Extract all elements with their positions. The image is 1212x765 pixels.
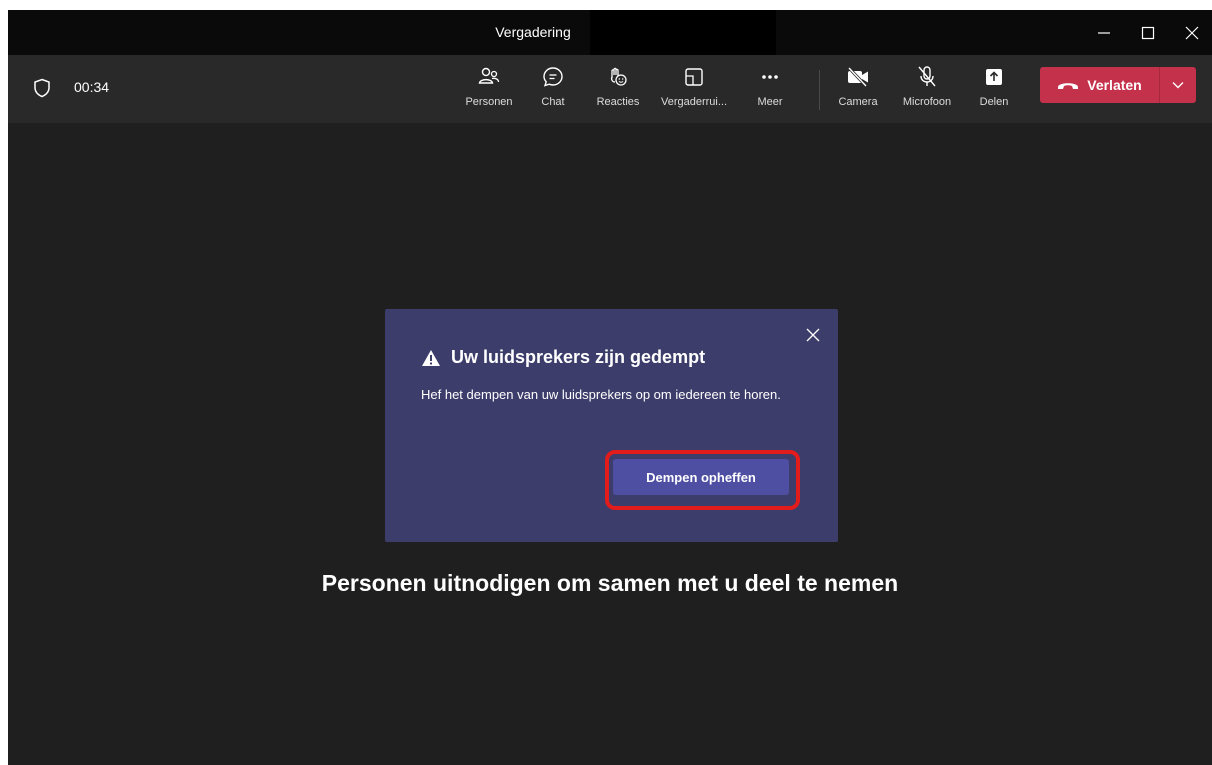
chevron-down-icon (1172, 82, 1184, 89)
toolbar-people-label: Personen (465, 96, 513, 108)
toolbar-camera-label: Camera (838, 96, 878, 108)
toolbar-reactions-label: Reacties (596, 96, 640, 108)
dialog-header: Uw luidsprekers zijn gedempt (421, 347, 705, 368)
more-icon (762, 75, 778, 79)
invite-message: Personen uitnodigen om samen met u deel … (321, 570, 899, 596)
toolbar-more-button[interactable]: Meer (753, 63, 787, 121)
window-title: Vergadering (495, 24, 571, 40)
hang-up-icon (1058, 83, 1079, 89)
toolbar-share-button[interactable]: Delen (976, 63, 1012, 121)
title-bar-redaction (590, 10, 776, 55)
close-icon (1185, 26, 1199, 39)
maximize-icon (1141, 26, 1155, 39)
maximize-button[interactable] (1126, 10, 1170, 55)
toolbar-reactions-button[interactable]: Reacties (593, 63, 643, 121)
leave-options-button[interactable] (1160, 67, 1196, 103)
toolbar-rooms-label: Vergaderrui... (660, 96, 728, 108)
minimize-icon (1098, 31, 1110, 34)
share-icon (986, 69, 1002, 85)
toolbar-microphone-button[interactable]: Microfoon (896, 63, 958, 121)
meeting-timer: 00:34 (74, 79, 110, 95)
teams-meeting-window: Vergadering 00:34 Personen Chat Reacties… (8, 10, 1212, 765)
shield-icon[interactable] (33, 78, 51, 98)
minimize-button[interactable] (1082, 10, 1126, 55)
speakers-muted-dialog: Uw luidsprekers zijn gedempt Hef het dem… (385, 309, 838, 542)
reactions-icon (610, 67, 627, 86)
leave-button[interactable]: Verlaten (1040, 67, 1159, 103)
chat-icon (543, 67, 563, 87)
toolbar-rooms-button[interactable]: Vergaderrui... (654, 63, 734, 121)
close-window-button[interactable] (1170, 10, 1212, 55)
dialog-title: Uw luidsprekers zijn gedempt (451, 347, 706, 367)
mic-off-icon (918, 66, 936, 87)
close-icon[interactable] (805, 327, 821, 343)
toolbar-more-label: Meer (757, 96, 783, 108)
rooms-icon (685, 68, 703, 86)
toolbar-microphone-label: Microfoon (902, 96, 952, 108)
title-bar: Vergadering (8, 10, 1212, 55)
dialog-message: Hef het dempen van uw luidsprekers op om… (421, 387, 781, 402)
leave-label: Verlaten (1087, 77, 1142, 93)
warning-icon (422, 349, 440, 366)
toolbar-share-label: Delen (979, 96, 1009, 108)
toolbar-camera-button[interactable]: Camera (838, 63, 878, 121)
unmute-speakers-button[interactable]: Dempen opheffen (613, 459, 789, 495)
leave-button-group: Verlaten (1040, 67, 1196, 103)
toolbar-chat-label: Chat (541, 96, 565, 108)
toolbar-people-button[interactable]: Personen (465, 63, 513, 121)
toolbar-divider (819, 70, 820, 110)
people-icon (478, 67, 500, 84)
meeting-toolbar: 00:34 Personen Chat Reacties Vergaderrui… (8, 55, 1212, 123)
camera-off-icon (847, 66, 868, 88)
toolbar-chat-button[interactable]: Chat (538, 63, 568, 121)
